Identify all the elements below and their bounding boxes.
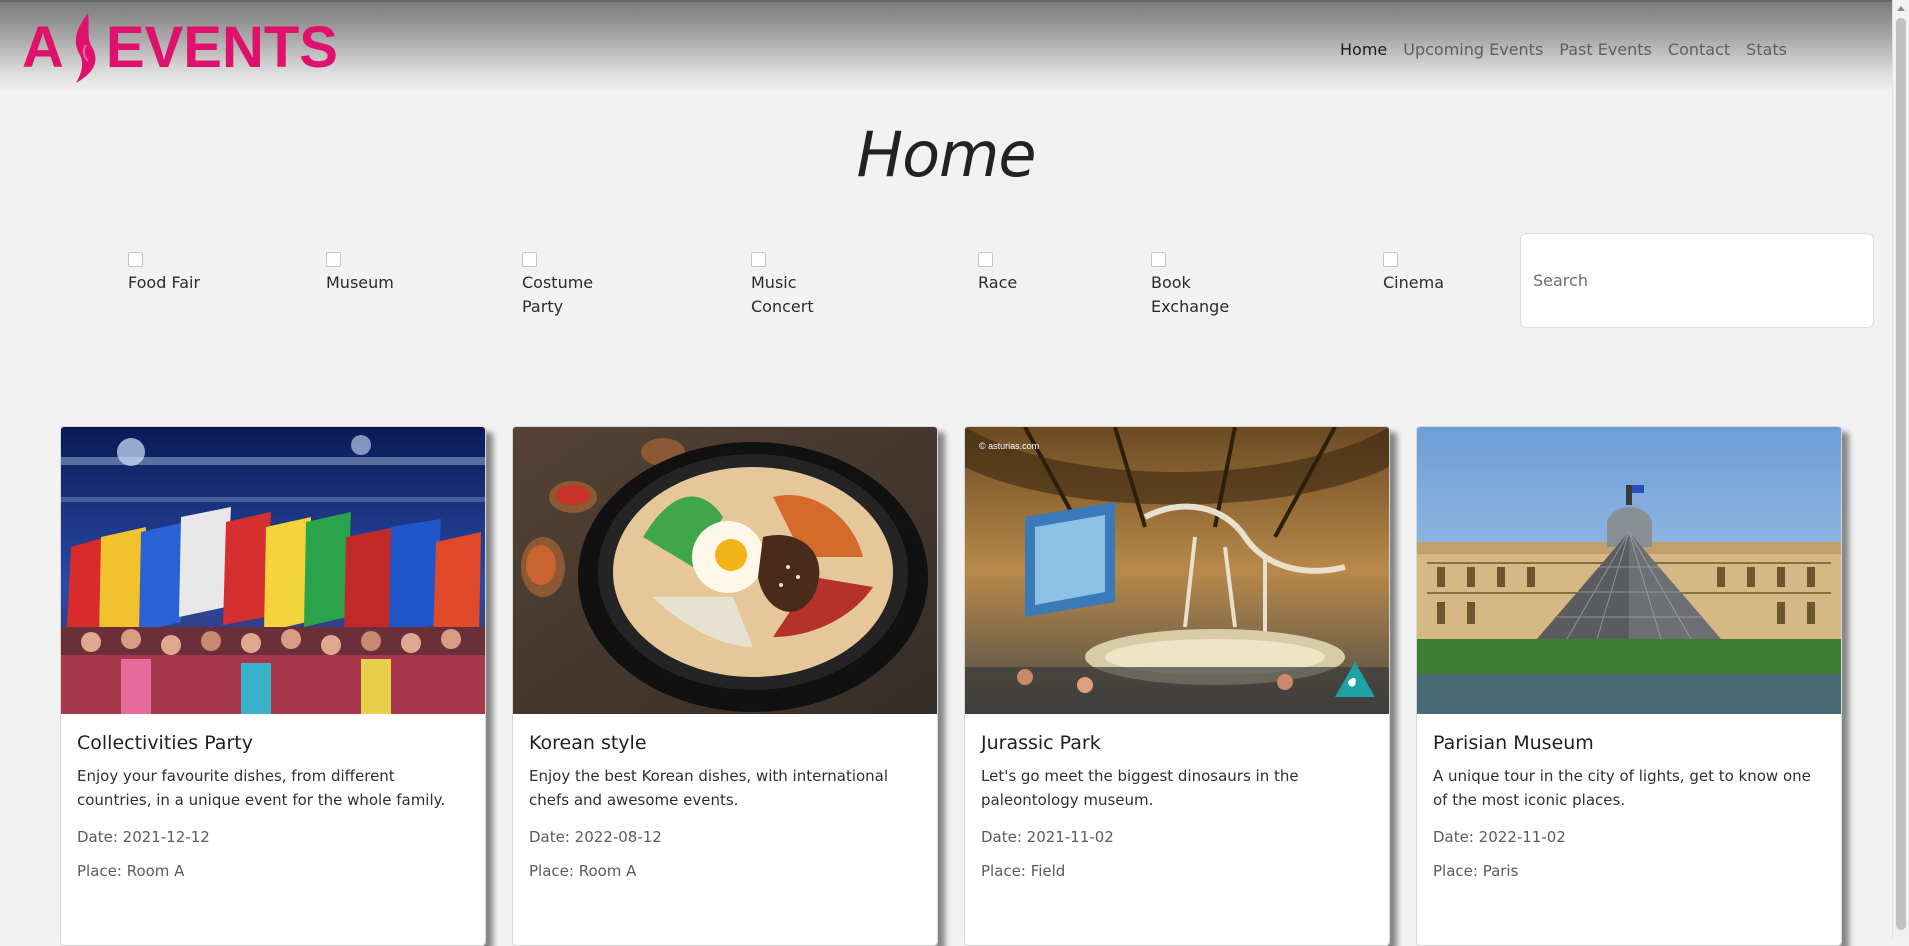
cinema-checkbox[interactable] xyxy=(1383,252,1398,267)
dinosaur-museum-image: © asturias.com xyxy=(965,427,1389,714)
filter-music-concert: Music Concert xyxy=(751,252,821,319)
card-place: Place: Room A xyxy=(529,862,637,880)
filter-costume-party: Costume Party xyxy=(522,252,602,319)
nav-upcoming-events-link[interactable]: Upcoming Events xyxy=(1403,40,1543,59)
museum-checkbox[interactable] xyxy=(326,252,341,267)
search-input[interactable] xyxy=(1520,233,1874,328)
card-description: A unique tour in the city of lights, get… xyxy=(1433,767,1811,809)
card-place: Place: Room A xyxy=(77,862,185,880)
filter-book-exchange: Book Exchange xyxy=(1151,252,1231,319)
costume-party-checkbox[interactable] xyxy=(522,252,537,267)
filter-label: Music Concert xyxy=(751,273,814,316)
louvre-pyramid-image xyxy=(1417,427,1841,714)
card-title: Collectivities Party xyxy=(77,732,253,754)
card-date: Date: 2021-12-12 xyxy=(77,828,210,846)
vertical-scrollbar[interactable] xyxy=(1892,0,1909,940)
event-card[interactable]: Parisian Museum A unique tour in the cit… xyxy=(1416,426,1842,946)
food-fair-checkbox[interactable] xyxy=(128,252,143,267)
filter-museum: Museum xyxy=(326,252,394,295)
card-date: Date: 2021-11-02 xyxy=(981,828,1114,846)
nav-stats-link[interactable]: Stats xyxy=(1746,40,1787,59)
filter-cinema: Cinema xyxy=(1383,252,1444,295)
race-checkbox[interactable] xyxy=(978,252,993,267)
logo-wordmark: EVENTS xyxy=(105,15,338,80)
filter-label: Food Fair xyxy=(128,273,201,292)
page-title: Home xyxy=(856,118,1036,191)
filter-race: Race xyxy=(978,252,1017,295)
filter-label: Costume Party xyxy=(522,273,594,316)
nav-contact-link[interactable]: Contact xyxy=(1668,40,1730,59)
filter-food-fair: Food Fair xyxy=(128,252,200,295)
book-exchange-checkbox[interactable] xyxy=(1151,252,1166,267)
brand-logo[interactable]: A EVENTS xyxy=(22,8,338,88)
header-bar: A EVENTS Home Upcoming Events Past Event… xyxy=(0,0,1892,92)
card-date: Date: 2022-11-02 xyxy=(1433,828,1566,846)
nav-home-link[interactable]: Home xyxy=(1340,40,1387,59)
bibimbap-image xyxy=(513,427,937,714)
scrollbar-thumb[interactable] xyxy=(1896,18,1906,930)
event-card[interactable]: Collectivities Party Enjoy your favourit… xyxy=(60,426,486,946)
filter-label: Race xyxy=(978,273,1018,292)
card-date: Date: 2022-08-12 xyxy=(529,828,662,846)
card-description: Let's go meet the biggest dinosaurs in t… xyxy=(981,767,1299,809)
card-title: Korean style xyxy=(529,732,647,754)
card-description: Enjoy the best Korean dishes, with inter… xyxy=(529,767,889,809)
filter-label: Museum xyxy=(326,273,394,292)
flags-parade-image xyxy=(61,427,485,714)
flame-icon xyxy=(66,11,104,85)
filter-label: Cinema xyxy=(1383,273,1444,292)
event-card[interactable]: © asturias.com Jurassic Park Let's go me… xyxy=(964,426,1390,946)
nav-past-events-link[interactable]: Past Events xyxy=(1559,40,1652,59)
card-place: Place: Paris xyxy=(1433,862,1519,880)
filter-label: Book Exchange xyxy=(1151,273,1230,316)
card-title: Parisian Museum xyxy=(1433,732,1594,754)
card-description: Enjoy your favourite dishes, from differ… xyxy=(77,767,446,809)
main-nav: Home Upcoming Events Past Events Contact… xyxy=(1340,40,1803,59)
card-title: Jurassic Park xyxy=(981,732,1101,754)
scroll-up-arrow-icon[interactable] xyxy=(1897,6,1905,11)
event-card[interactable]: Korean style Enjoy the best Korean dishe… xyxy=(512,426,938,946)
image-watermark: © asturias.com xyxy=(979,441,1039,451)
card-place: Place: Field xyxy=(981,862,1066,880)
logo-letter-a: A xyxy=(22,15,64,80)
music-concert-checkbox[interactable] xyxy=(751,252,766,267)
